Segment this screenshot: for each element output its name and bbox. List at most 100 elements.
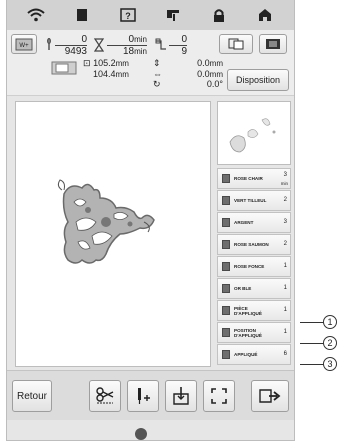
color-count: 1 [283,329,287,335]
size-width: 104.4 [93,69,116,79]
color-item-2[interactable]: VERT TILLEUL 2 [217,190,291,211]
color-name: POSITION D'APPLIQUÉ [234,327,262,338]
vertical-arrows-icon: ⇕ [153,58,161,68]
callout-line-3 [300,364,324,365]
callout-line-2 [300,343,324,344]
color-sequence-list[interactable]: ROSE CHAIR 3 min VERT TILLEUL 2 ARGENT 3… [217,168,291,368]
lock-icon[interactable] [204,3,234,27]
color-swatch [222,240,230,249]
time-elapsed-unit: min [134,35,147,44]
color-count: 1 [283,263,287,269]
help-icon[interactable]: ? [113,3,143,27]
color-item-1[interactable]: ROSE CHAIR 3 min [217,168,291,189]
color-item-5[interactable]: ROSE FONCE 1 [217,256,291,277]
frame-icon[interactable]: W+ [11,34,37,54]
needle-position-icon[interactable] [127,380,159,412]
pattern-preview [217,101,291,165]
callout-3: 3 [323,357,337,371]
offset-vertical-unit: mm [209,59,223,68]
color-item-4[interactable]: ROSE SAUMON 2 [217,234,291,255]
offset-vertical-row: ⇕ 0.0mm [153,58,223,69]
color-name: PIÈCE D'APPLIQUÉ [234,305,262,316]
color-swatch [222,218,230,227]
color-total: 9 [181,46,187,57]
callout-1: 1 [323,315,337,329]
cut-icon[interactable] [89,380,121,412]
color-swatch [222,284,230,293]
color-swatch [222,328,230,337]
top-bar: ? [7,0,294,30]
size-width-unit: mm [115,70,129,79]
size-height-icon: ⊡ [83,58,91,68]
trial-icon[interactable] [203,380,235,412]
offset-horizontal-row: ⇔ 0.0mm [153,69,223,79]
disposition-button[interactable]: Disposition [227,69,289,91]
offset-horizontal-unit: mm [209,70,223,79]
home-icon[interactable] [250,3,280,27]
color-count: 6 [283,351,287,357]
stitch-counter: 0 9493 [55,34,87,57]
color-name: VERT TILLEUL [234,198,267,203]
color-name: OR BLE [234,286,252,291]
color-count: 1 [283,307,287,313]
size-height-unit: mm [115,59,129,68]
color-counter: 0 9 [169,34,187,57]
color-name: ARGENT [234,220,254,225]
embroidery-canvas[interactable] [15,101,211,367]
callout-number: 2 [327,338,333,348]
hoop-view-button[interactable] [259,34,287,54]
color-count: 1 [283,285,287,291]
size-height: 105.2 [93,58,116,68]
rotation: 0.0° [206,79,223,89]
offset-vertical: 0.0 [197,58,210,68]
size-width-row: 104.4mm [83,69,129,79]
offset-horizontal: 0.0 [197,69,210,79]
return-label: Retour [16,390,47,402]
hourglass-icon [93,38,105,57]
embroidery-design-preview [57,179,155,264]
callout-number: 1 [327,317,333,327]
color-name: ROSE FONCE [234,264,265,269]
callout-line-1 [300,322,324,323]
color-name: ROSE CHAIR [234,176,263,181]
next-icon[interactable] [251,380,289,412]
stitch-total: 9493 [64,46,87,57]
view-toggle-button[interactable] [219,34,253,54]
rotation-icon: ↻ [153,79,161,89]
start-point-icon[interactable] [165,380,197,412]
color-count: 3 [283,172,287,178]
threading-icon[interactable] [158,3,188,27]
color-change-icon [155,38,167,57]
time-total-unit: min [134,47,147,56]
size-block: ⊡ 105.2mm 104.4mm [83,58,129,79]
color-count: 3 [283,219,287,225]
document-icon[interactable] [67,3,97,27]
wifi-icon[interactable] [21,3,51,27]
time-counter: 0min 18min [107,34,147,57]
color-count: 2 [283,197,287,203]
color-swatch [222,306,230,315]
color-item-9[interactable]: APPLIQUÉ 6 [217,344,291,365]
color-swatch [222,174,230,183]
color-swatch [222,350,230,359]
color-item-3[interactable]: ARGENT 3 [217,212,291,233]
machine-screen: ? W+ 0 9493 0 min 18min 0 9 ⊡ 105.2mm 104… [6,0,295,441]
color-count-suffix: min [280,181,288,186]
color-swatch [222,196,230,205]
color-item-8[interactable]: POSITION D'APPLIQUÉ 1 [217,322,291,343]
size-height-row: ⊡ 105.2mm [83,58,129,69]
color-item-6[interactable]: OR BLE 1 [217,278,291,299]
machine-button-icon [135,428,147,440]
svg-text:W+: W+ [19,43,29,49]
bottom-toolbar: Retour [7,370,294,420]
color-item-7[interactable]: PIÈCE D'APPLIQUÉ 1 [217,300,291,321]
color-count: 2 [283,241,287,247]
info-panel: W+ 0 9493 0min 18min 0 9 ⊡ 105.2mm 104.4… [7,30,294,96]
needle-icon [45,37,53,58]
embroidery-frame-icon [51,60,77,81]
color-name: ROSE SAUMON [234,242,269,247]
return-button[interactable]: Retour [12,380,52,412]
rotation-row: ↻ 0.0° [153,79,223,90]
color-swatch [222,262,230,271]
stitch-current: 0 [55,34,87,46]
